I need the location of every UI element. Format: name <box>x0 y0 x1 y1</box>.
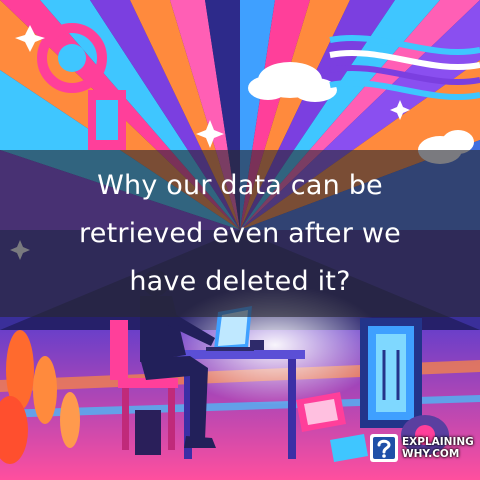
caption-overlay: Why our data can be retrieved even after… <box>0 150 480 317</box>
question-mark-logo-icon <box>370 434 398 462</box>
headline-line-2: retrieved even after we <box>79 217 401 249</box>
site-logo: EXPLAINING WHY.COM <box>369 431 477 465</box>
headline: Why our data can be retrieved even after… <box>79 162 401 306</box>
illustration-scene: Why our data can be retrieved even after… <box>0 0 480 480</box>
logo-wordmark: EXPLAINING WHY.COM <box>402 436 474 460</box>
headline-line-3: have deleted it? <box>129 265 351 297</box>
logo-line-1: EXPLAINING <box>402 436 474 448</box>
logo-line-2: WHY.COM <box>402 448 460 460</box>
headline-line-1: Why our data can be <box>97 169 383 201</box>
